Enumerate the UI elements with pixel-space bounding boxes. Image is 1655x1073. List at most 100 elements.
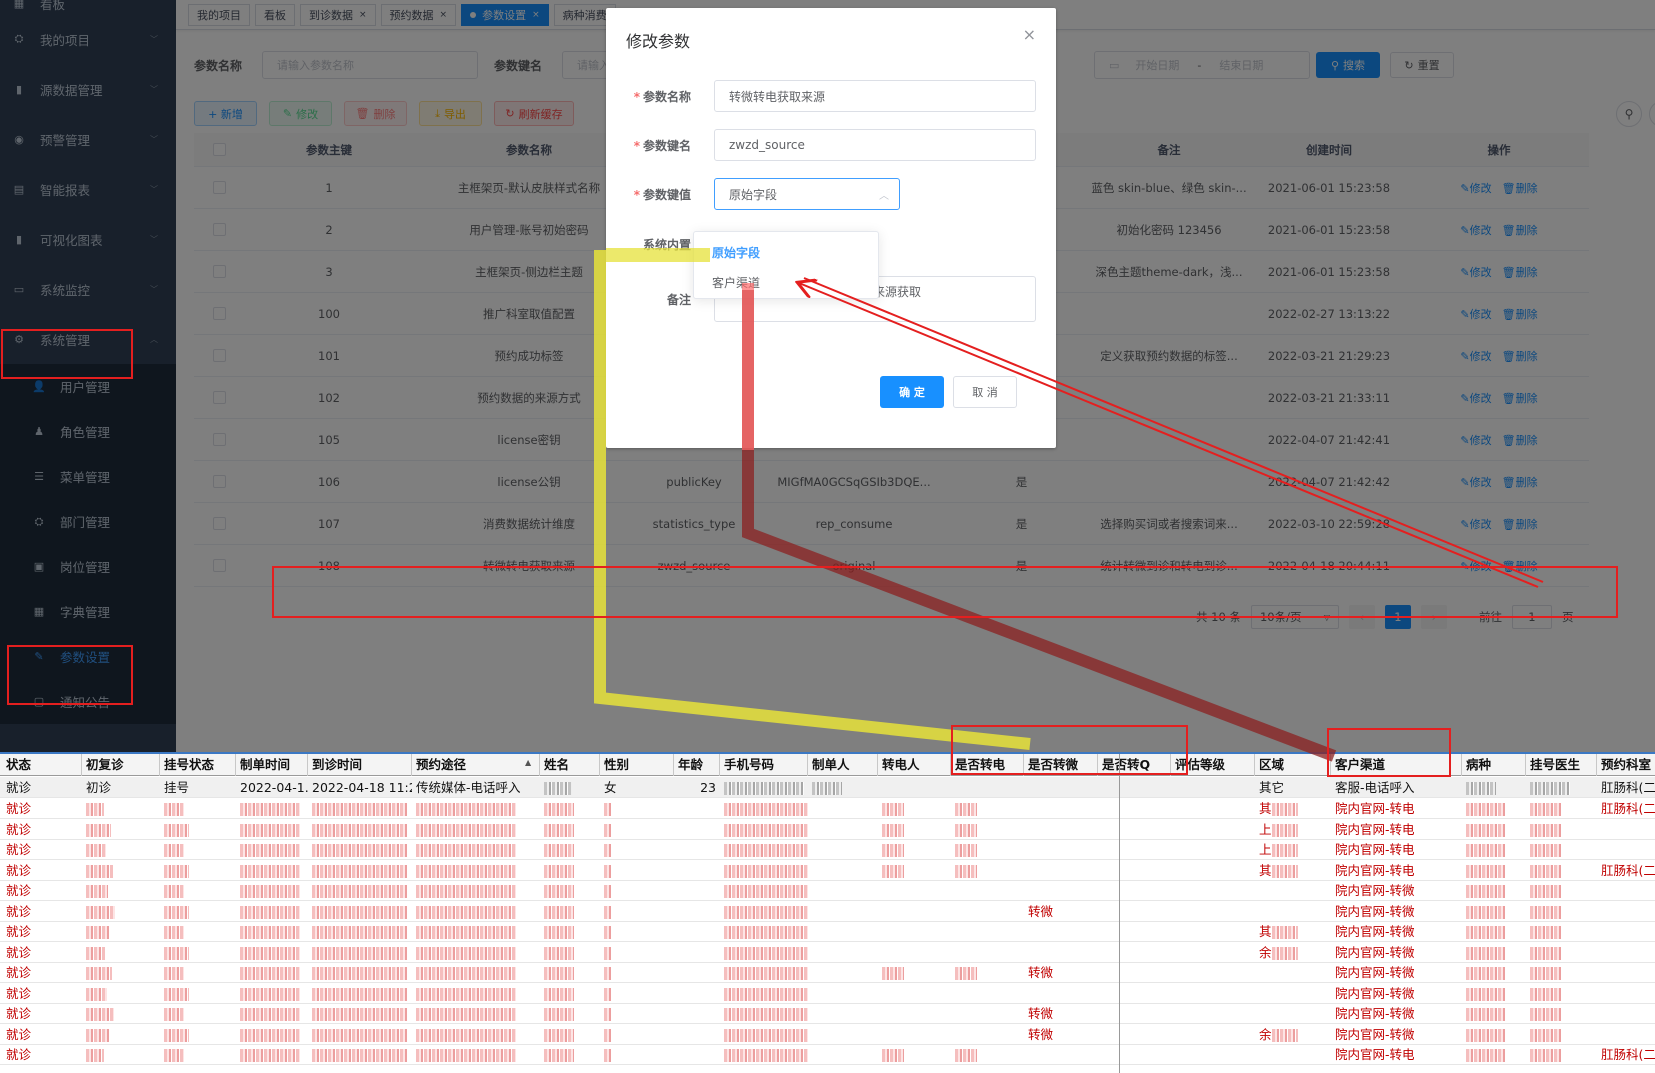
grid-row[interactable]: 就诊 转微 院内官网-转微	[0, 962, 1655, 983]
redacted-cell	[1462, 777, 1526, 798]
close-icon[interactable]: ×	[1023, 25, 1036, 44]
grid-column-header[interactable]: 转电人	[878, 754, 951, 776]
value-dropdown-menu: 原始字段 客户渠道	[693, 231, 879, 299]
redacted-value	[240, 987, 300, 1001]
cell-status: 就诊	[6, 842, 32, 857]
option-customer-channel[interactable]: 客户渠道	[694, 268, 878, 298]
param-key-input[interactable]: zwzd_source	[714, 129, 1036, 161]
cell-channel: 院内官网-转电	[1335, 842, 1415, 857]
redacted-value	[312, 926, 407, 939]
redacted-value	[416, 905, 516, 919]
grid-column-header[interactable]: 手机号码	[720, 754, 808, 776]
redacted-cell	[720, 962, 808, 983]
cell-region: 余	[1255, 1024, 1331, 1045]
grid-column-header[interactable]: 制单时间	[236, 754, 308, 776]
grid-row[interactable]: 就诊 初诊 挂号 2022-04-1... 2022-04-18 11:25 传统媒体-电…	[0, 777, 1655, 798]
redacted-cell	[160, 901, 236, 922]
redacted-value	[955, 844, 977, 857]
redacted-value	[1530, 844, 1562, 857]
grid-row[interactable]: 就诊 院内官网-转微	[0, 983, 1655, 1004]
grid-row[interactable]: 就诊 余 院内官网-转微	[0, 942, 1655, 963]
grid-row[interactable]: 就诊 其 院内官网-转微	[0, 921, 1655, 942]
redacted-cell	[82, 1003, 160, 1024]
redacted-value	[1271, 823, 1298, 837]
grid-column-header[interactable]: 制单人	[808, 754, 878, 776]
cell-is-wechat	[1024, 839, 1098, 860]
redacted-cell	[236, 1044, 308, 1065]
redacted-cell	[160, 1044, 236, 1065]
grid-column-header[interactable]: 到诊时间	[308, 754, 412, 776]
confirm-button[interactable]: 确 定	[880, 376, 944, 408]
option-original[interactable]: 原始字段	[694, 238, 878, 268]
grid-row[interactable]: 就诊 其 院内官网-转电 肛肠科(二	[0, 798, 1655, 819]
redacted-value	[312, 1028, 407, 1042]
redacted-cell	[600, 839, 674, 860]
grid-column-header[interactable]: 年龄	[674, 754, 720, 776]
grid-row[interactable]: 就诊 转微 余 院内官网-转微	[0, 1024, 1655, 1045]
cell-is-wechat	[1024, 880, 1098, 901]
redacted-value	[604, 803, 612, 816]
grid-row[interactable]: 就诊 其 院内官网-转电 肛肠科(二	[0, 860, 1655, 881]
redacted-value	[240, 946, 300, 960]
region-text: 其	[1259, 924, 1272, 939]
redacted-cell	[236, 798, 308, 819]
grid-row[interactable]: 就诊 院内官网-转电 肛肠科(二	[0, 1044, 1655, 1065]
cell-channel: 院内官网-转电	[1335, 801, 1415, 816]
grid-column-header[interactable]: 预约科室	[1597, 754, 1655, 776]
grid-column-header[interactable]: 挂号状态	[160, 754, 236, 776]
redacted-cell	[720, 901, 808, 922]
grid-row[interactable]: 就诊 转微 院内官网-转微	[0, 901, 1655, 922]
redacted-value	[86, 1049, 104, 1062]
grid-row[interactable]: 就诊 上 院内官网-转电	[0, 819, 1655, 840]
redacted-value	[1466, 967, 1506, 980]
grid-column-header[interactable]: 病种	[1462, 754, 1526, 776]
redacted-cell	[236, 860, 308, 881]
form-row-value: * 参数键值 原始字段 ︿	[626, 178, 1036, 210]
grid-column-header[interactable]: 预约途径	[412, 754, 540, 776]
grid-row[interactable]: 就诊 上 院内官网-转电	[0, 839, 1655, 860]
redacted-cell	[1462, 921, 1526, 942]
param-value-select[interactable]: 原始字段 ︿	[714, 178, 900, 210]
redacted-value	[312, 823, 407, 837]
grid-column-header[interactable]: 客户渠道	[1331, 754, 1462, 776]
redacted-value	[1530, 782, 1570, 795]
cancel-button[interactable]: 取 消	[953, 376, 1017, 408]
grid-column-header[interactable]: 初复诊	[82, 754, 160, 776]
grid-column-header[interactable]: 评估等级	[1171, 754, 1255, 776]
cell-gender: 女	[604, 780, 617, 795]
grid-column-header[interactable]: 是否转微	[1024, 754, 1098, 776]
cell-status: 就诊	[6, 1047, 32, 1062]
redacted-cell	[720, 777, 808, 798]
region-text: 上	[1259, 842, 1272, 857]
grid-column-header[interactable]: 性别	[600, 754, 674, 776]
grid-column-header[interactable]: 挂号医生	[1526, 754, 1597, 776]
redacted-cell	[720, 860, 808, 881]
redacted-cell	[1526, 1003, 1597, 1024]
redacted-value	[882, 1049, 904, 1062]
cell-is-wechat	[1024, 921, 1098, 942]
redacted-value	[604, 1049, 612, 1062]
param-name-input[interactable]: 转微转电获取来源	[714, 80, 1036, 112]
grid-column-header[interactable]: 是否转电	[951, 754, 1024, 776]
redacted-cell	[600, 921, 674, 942]
remark-label: 备注	[666, 292, 691, 307]
sort-up-icon[interactable]: ▲	[525, 758, 531, 767]
select-value: 原始字段	[729, 187, 778, 202]
grid-row[interactable]: 就诊 转微 院内官网-转微	[0, 1003, 1655, 1024]
grid-column-header[interactable]: 区域	[1255, 754, 1331, 776]
redacted-value	[240, 926, 300, 939]
redacted-value	[955, 1049, 977, 1062]
redacted-cell	[160, 942, 236, 963]
redacted-cell	[540, 901, 600, 922]
grid-column-header[interactable]: 状态	[2, 754, 82, 776]
grid-column-header[interactable]: 姓名	[540, 754, 600, 776]
redacted-value	[544, 803, 574, 816]
redacted-cell	[82, 962, 160, 983]
cell-dept	[1597, 880, 1655, 901]
grid-row[interactable]: 就诊 院内官网-转微	[0, 880, 1655, 901]
cell-channel: 院内官网-转电	[1335, 862, 1415, 878]
grid-column-header[interactable]: 是否转Q	[1098, 754, 1171, 776]
redacted-value	[544, 905, 574, 919]
redacted-value	[544, 967, 574, 980]
redacted-value	[544, 946, 574, 960]
